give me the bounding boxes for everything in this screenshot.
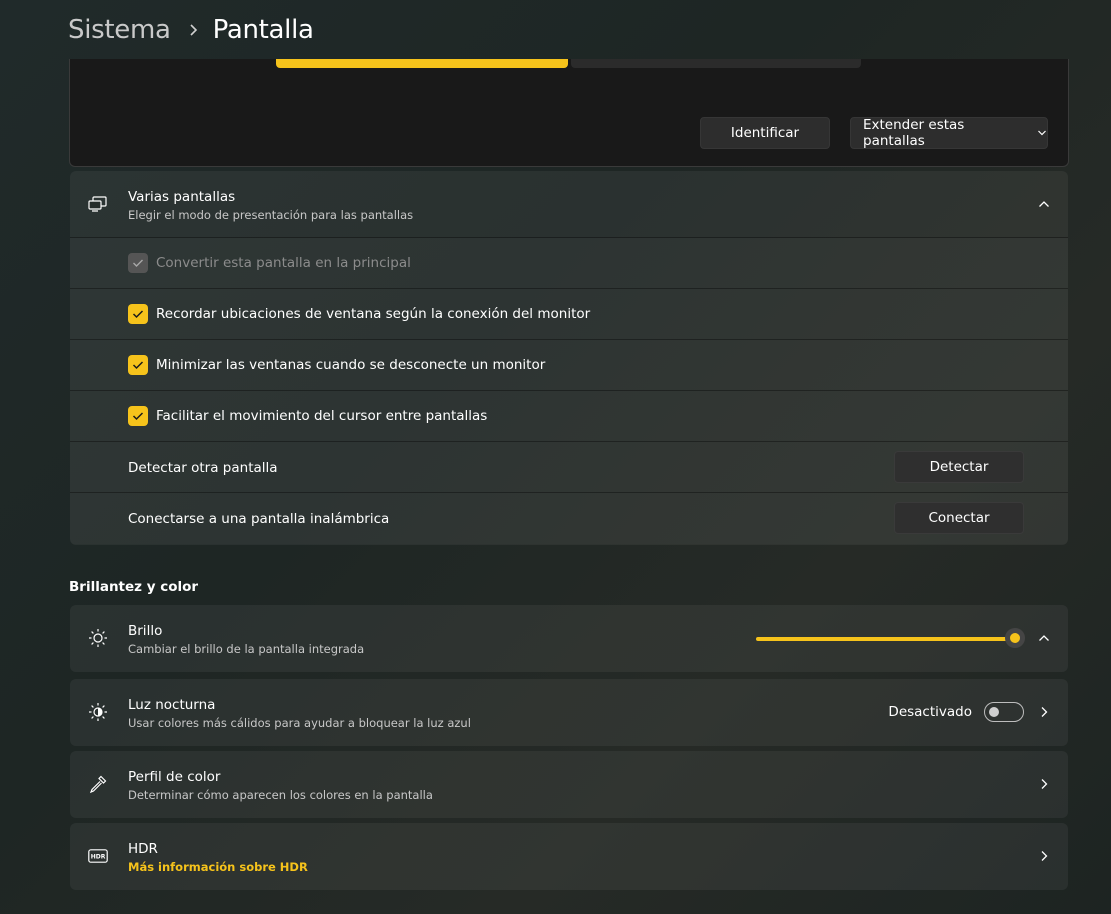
hdr-icon: HDR <box>88 846 108 866</box>
night-light-subtitle: Usar colores más cálidos para ayudar a b… <box>128 716 471 730</box>
wireless-display-label: Conectarse a una pantalla inalámbrica <box>128 511 390 527</box>
night-light-state: Desactivado <box>888 704 972 720</box>
wireless-display-row: Conectarse a una pantalla inalámbrica Co… <box>70 493 1068 544</box>
brightness-title: Brillo <box>128 623 163 639</box>
night-light-title: Luz nocturna <box>128 697 216 713</box>
sun-icon <box>88 628 108 648</box>
chevron-down-icon <box>1037 125 1047 141</box>
color-profile-subtitle: Determinar cómo aparecen los colores en … <box>128 788 433 802</box>
option-row-ease-cursor: Facilitar el movimiento del cursor entre… <box>70 391 1068 442</box>
section-title-brightness-color: Brillantez y color <box>69 579 199 595</box>
breadcrumb-parent-sistema[interactable]: Sistema <box>68 15 171 45</box>
page-title: Pantalla <box>212 15 314 45</box>
chevron-right-icon[interactable] <box>1038 778 1050 790</box>
chevron-right-icon[interactable] <box>1038 706 1050 718</box>
minimize-windows-checkbox[interactable] <box>128 355 148 375</box>
multiple-displays-title: Varias pantallas <box>128 189 236 205</box>
brightness-slider-track[interactable] <box>756 637 1016 641</box>
chevron-right-icon <box>189 23 199 37</box>
night-light-card[interactable]: Luz nocturna Usar colores más cálidos pa… <box>70 679 1068 746</box>
ease-cursor-label: Facilitar el movimiento del cursor entre… <box>156 408 488 424</box>
primary-display-checkbox <box>128 253 148 273</box>
display-mode-value: Extender estas pantallas <box>863 117 965 149</box>
chevron-right-icon[interactable] <box>1038 850 1050 862</box>
hdr-learn-more-link[interactable]: Más información sobre HDR <box>128 860 308 874</box>
detect-button[interactable]: Detectar <box>894 451 1024 483</box>
color-profile-title: Perfil de color <box>128 769 221 785</box>
multiple-displays-header[interactable]: Varias pantallas Elegir el modo de prese… <box>70 171 1068 238</box>
display-mode-dropdown[interactable]: Extender estas pantallas <box>850 117 1048 149</box>
remember-windows-label: Recordar ubicaciones de ventana según la… <box>156 306 591 322</box>
monitor-1-selected[interactable] <box>276 59 568 68</box>
multiple-displays-subtitle: Elegir el modo de presentación para las … <box>128 208 414 222</box>
night-light-icon <box>88 702 108 722</box>
breadcrumb: Sistema Pantalla <box>68 12 314 48</box>
multiple-displays-group: Varias pantallas Elegir el modo de prese… <box>70 171 1068 545</box>
monitor-2[interactable] <box>571 59 861 68</box>
chevron-up-icon[interactable] <box>1038 198 1050 210</box>
remember-windows-checkbox[interactable] <box>128 304 148 324</box>
svg-text:HDR: HDR <box>91 854 106 861</box>
hdr-title: HDR <box>128 841 158 857</box>
multiple-displays-icon <box>88 194 108 214</box>
connect-button[interactable]: Conectar <box>894 502 1024 534</box>
hdr-card[interactable]: HDR HDR Más información sobre HDR <box>70 823 1068 890</box>
primary-display-label: Convertir esta pantalla en la principal <box>156 255 411 271</box>
night-light-toggle[interactable] <box>984 702 1024 722</box>
color-profile-card[interactable]: Perfil de color Determinar cómo aparecen… <box>70 751 1068 818</box>
display-arrangement-panel: Identificar Extender estas pantallas <box>69 59 1069 167</box>
option-row-primary-display: Convertir esta pantalla en la principal <box>70 238 1068 289</box>
identify-button[interactable]: Identificar <box>700 117 830 149</box>
option-row-minimize-windows: Minimizar las ventanas cuando se descone… <box>70 340 1068 391</box>
brightness-subtitle: Cambiar el brillo de la pantalla integra… <box>128 642 365 656</box>
minimize-windows-label: Minimizar las ventanas cuando se descone… <box>156 357 546 373</box>
brightness-slider-thumb[interactable] <box>1005 628 1025 648</box>
option-row-remember-windows: Recordar ubicaciones de ventana según la… <box>70 289 1068 340</box>
ease-cursor-checkbox[interactable] <box>128 406 148 426</box>
detect-display-label: Detectar otra pantalla <box>128 460 278 476</box>
detect-display-row: Detectar otra pantalla Detectar <box>70 442 1068 493</box>
eyedropper-icon <box>88 774 108 794</box>
brightness-card: Brillo Cambiar el brillo de la pantalla … <box>70 605 1068 672</box>
chevron-up-icon[interactable] <box>1038 632 1050 644</box>
